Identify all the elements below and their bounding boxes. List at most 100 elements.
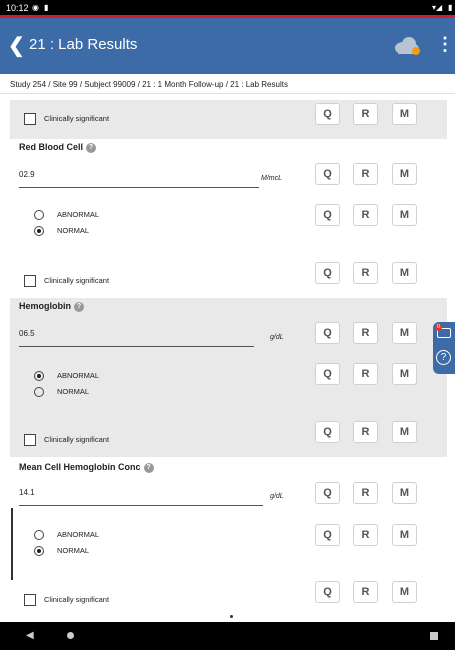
qrm-buttons: Q R M xyxy=(315,482,420,506)
checkbox[interactable] xyxy=(24,434,36,446)
breadcrumb: Study 254 / Site 99 / Subject 99009 / 21… xyxy=(0,74,455,94)
radio-button[interactable] xyxy=(34,226,44,237)
radio-button[interactable] xyxy=(34,530,44,541)
qrm-buttons: Q R M xyxy=(315,363,420,387)
query-button[interactable]: Q xyxy=(315,581,340,603)
radio-button[interactable] xyxy=(34,546,44,557)
qrm-buttons: Q R M xyxy=(315,581,420,605)
qrm-buttons: Q R M xyxy=(315,103,420,127)
radio-label: ABNORMAL xyxy=(57,530,100,539)
review-button[interactable]: R xyxy=(353,103,378,125)
review-button[interactable]: R xyxy=(353,363,378,385)
status-time: 10:12 xyxy=(6,3,29,13)
checkbox[interactable] xyxy=(24,113,36,125)
nav-recents-icon[interactable] xyxy=(430,632,438,640)
mark-button[interactable]: M xyxy=(392,103,417,125)
query-button[interactable]: Q xyxy=(315,322,340,344)
more-vert-icon[interactable]: ⋮ xyxy=(436,34,454,55)
qrm-buttons: Q R M xyxy=(315,322,420,346)
qrm-buttons: Q R M xyxy=(315,163,420,187)
status-bar: 10:12 ◉ ▮ ▾◢ ▮ xyxy=(0,0,455,18)
nav-home-icon[interactable] xyxy=(67,632,74,639)
notification-icon: ◉ xyxy=(32,3,39,12)
section-clinically-significant-0: Clinically significant Q R M xyxy=(10,100,447,139)
review-button[interactable]: R xyxy=(353,322,378,344)
help-icon[interactable]: ? xyxy=(143,462,154,473)
mark-button[interactable]: M xyxy=(392,322,417,344)
review-button[interactable]: R xyxy=(353,421,378,443)
cloud-sync-icon[interactable] xyxy=(392,35,422,57)
mark-button[interactable]: M xyxy=(392,482,417,504)
review-button[interactable]: R xyxy=(353,524,378,546)
clinically-significant-checkbox-row[interactable]: Clinically significant xyxy=(24,275,109,287)
help-circle-icon[interactable]: ? xyxy=(436,350,451,365)
review-button[interactable]: R xyxy=(353,163,378,185)
value-input[interactable]: 14.1 xyxy=(19,488,263,506)
notification-badge: 0 xyxy=(435,324,442,331)
query-button[interactable]: Q xyxy=(315,524,340,546)
review-button[interactable]: R xyxy=(353,482,378,504)
query-button[interactable]: Q xyxy=(315,103,340,125)
radio-abnormal[interactable]: ABNORMAL xyxy=(34,210,100,221)
page-title: 21 : Lab Results xyxy=(29,36,138,53)
signal-icon: ▾◢ xyxy=(432,3,443,12)
query-button[interactable]: Q xyxy=(315,163,340,185)
field-title: Hemoglobin? xyxy=(19,301,84,312)
chevron-left-icon[interactable]: ❮ xyxy=(8,33,25,58)
query-button[interactable]: Q xyxy=(315,421,340,443)
value-input[interactable]: 02.9 xyxy=(19,170,259,188)
radio-button[interactable] xyxy=(34,371,44,382)
radio-button[interactable] xyxy=(34,210,44,221)
value-input[interactable]: 06.5 xyxy=(19,329,254,347)
section-hemoglobin: Hemoglobin? 06.5 g/dL Q R M ABNORMAL NOR… xyxy=(10,298,447,457)
checkbox[interactable] xyxy=(24,275,36,287)
qrm-buttons: Q R M xyxy=(315,524,420,548)
radio-normal[interactable]: NORMAL xyxy=(34,387,90,398)
mark-button[interactable]: M xyxy=(392,363,417,385)
radio-label: ABNORMAL xyxy=(57,371,100,380)
clinically-significant-checkbox-row[interactable]: Clinically significant xyxy=(24,113,109,125)
checkbox-label: Clinically significant xyxy=(44,275,110,285)
radio-label: NORMAL xyxy=(57,387,90,396)
field-title: Mean Cell Hemoglobin Conc? xyxy=(19,462,154,473)
radio-abnormal[interactable]: ABNORMAL xyxy=(34,530,100,541)
field-title: Red Blood Cell? xyxy=(19,142,97,153)
query-button[interactable]: Q xyxy=(315,262,340,284)
app-bar: ❮ 21 : Lab Results ⋮ xyxy=(0,18,455,74)
checkbox[interactable] xyxy=(24,594,36,606)
field-name: Hemoglobin xyxy=(19,301,71,311)
nav-back-icon[interactable]: ◀ xyxy=(26,630,34,641)
mark-button[interactable]: M xyxy=(392,581,417,603)
clinically-significant-checkbox-row[interactable]: Clinically significant xyxy=(24,594,109,606)
query-button[interactable]: Q xyxy=(315,482,340,504)
section-red-blood-cell: Red Blood Cell? 02.9 M/mcL Q R M ABNORMA… xyxy=(10,139,447,298)
radio-button[interactable] xyxy=(34,387,44,398)
radio-abnormal[interactable]: ABNORMAL xyxy=(34,371,100,382)
field-name: Red Blood Cell xyxy=(19,142,84,152)
checkbox-label: Clinically significant xyxy=(44,594,110,604)
checkbox-label: Clinically significant xyxy=(44,113,110,123)
review-button[interactable]: R xyxy=(353,262,378,284)
mark-button[interactable]: M xyxy=(392,163,417,185)
review-button[interactable]: R xyxy=(353,581,378,603)
radio-label: ABNORMAL xyxy=(57,210,100,219)
side-tabs[interactable]: 0 ? xyxy=(433,322,455,374)
section-mean-cell-hemoglobin-conc: Mean Cell Hemoglobin Conc? 14.1 g/dL Q R… xyxy=(10,457,447,618)
field-name: Mean Cell Hemoglobin Conc xyxy=(19,462,141,472)
battery-icon: ▮ xyxy=(448,3,453,12)
radio-label: NORMAL xyxy=(57,546,90,555)
qrm-buttons: Q R M xyxy=(315,421,420,445)
mark-button[interactable]: M xyxy=(392,524,417,546)
review-button[interactable]: R xyxy=(353,204,378,226)
mark-button[interactable]: M xyxy=(392,421,417,443)
help-icon[interactable]: ? xyxy=(86,142,97,153)
clinically-significant-checkbox-row[interactable]: Clinically significant xyxy=(24,434,109,446)
radio-label: NORMAL xyxy=(57,226,90,235)
help-icon[interactable]: ? xyxy=(74,301,84,312)
radio-normal[interactable]: NORMAL xyxy=(34,546,90,557)
query-button[interactable]: Q xyxy=(315,363,340,385)
mark-button[interactable]: M xyxy=(392,204,417,226)
mark-button[interactable]: M xyxy=(392,262,417,284)
radio-normal[interactable]: NORMAL xyxy=(34,226,90,237)
query-button[interactable]: Q xyxy=(315,204,340,226)
